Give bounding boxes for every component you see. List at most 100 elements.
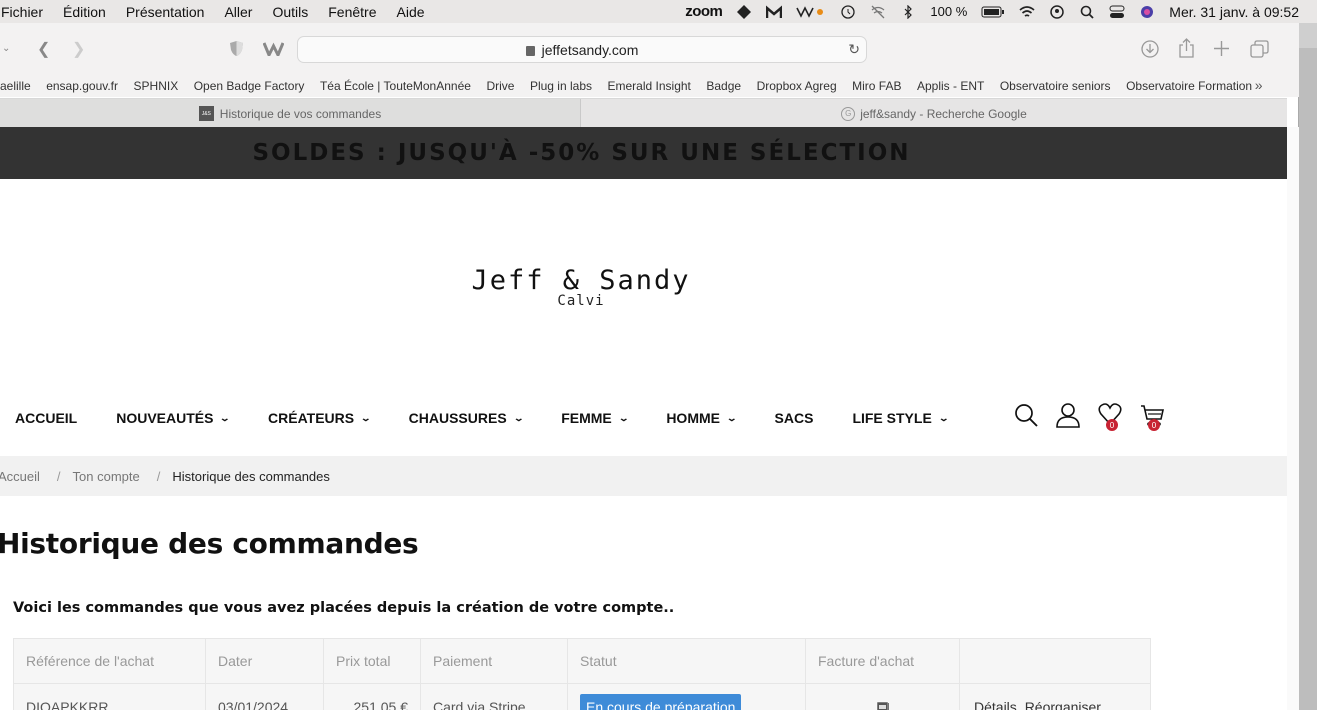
nav-life-style[interactable]: LIFE STYLE ⌄ [852,410,949,426]
bookmark-item[interactable]: Applis - ENT [917,79,984,93]
nav-nouveautes[interactable]: NOUVEAUTÉS ⌄ [116,410,231,426]
breadcrumb-account[interactable]: Ton compte [73,469,140,484]
vpn-icon[interactable] [796,5,826,19]
bookmark-item[interactable]: Badge [706,79,741,93]
breadcrumb: Accueil / Ton compte / Historique des co… [0,456,1287,496]
bookmark-item[interactable]: Miro FAB [852,79,901,93]
bookmark-item[interactable]: Observatoire seniors [1000,79,1111,93]
bookmark-item[interactable]: Emerald Insight [608,79,691,93]
invoice-cell [805,683,960,710]
user-switch-icon[interactable] [1049,4,1065,19]
sidebar-dropdown-icon[interactable]: ⌄ [2,43,10,54]
chevron-down-icon: ⌄ [726,412,738,423]
bluetooth-icon[interactable] [900,4,916,19]
dropbox-icon[interactable] [736,4,752,19]
share-icon[interactable] [1178,38,1195,58]
bookmark-item[interactable]: SPHNIX [134,79,179,93]
account-icon[interactable] [1056,402,1080,428]
order-total: 251,05 € [323,683,421,710]
browser-window: ⌄ ❮ ❯ jeffetsandy.com ↻ aelille ensap.go… [0,23,1299,710]
bookmark-item[interactable]: Open Badge Factory [194,79,305,93]
control-center-icon[interactable] [1109,5,1125,19]
col-payment: Paiement [420,638,568,684]
more-bookmarks-icon[interactable]: » [1255,77,1263,93]
jeff-sandy-favicon-icon: J&S [198,106,214,121]
downloads-icon[interactable] [1141,40,1159,58]
background-window [1299,23,1317,710]
menu-fenetre[interactable]: Fenêtre [328,4,376,20]
tab-title: Historique de vos commandes [219,106,382,121]
bookmark-item[interactable]: Drive [486,79,514,93]
page-scrollbar[interactable] [1287,127,1299,710]
address-bar[interactable]: jeffetsandy.com ↻ [297,36,867,63]
nav-label: SACS [774,410,814,426]
details-link[interactable]: Détails [974,699,1017,710]
col-date: Dater [205,638,324,684]
cart-button[interactable]: 0 [1140,402,1164,431]
bookmark-item[interactable]: Téa École | TouteMonAnnée [320,79,471,93]
reorder-link[interactable]: Réorganiser [1025,699,1101,710]
siri-icon[interactable] [1139,5,1155,19]
menu-aller[interactable]: Aller [224,4,252,20]
table-row: DIQAPKKRR 03/01/2024 251,05 € Card via S… [13,683,1151,710]
reload-icon[interactable]: ↻ [848,41,860,58]
extension-w-icon[interactable] [263,42,284,56]
nav-sacs[interactable]: SACS [775,410,814,426]
actions-cell: Détails Réorganiser [959,683,1151,710]
col-reference: Référence de l'achat [13,638,206,684]
nav-homme[interactable]: HOMME ⌄ [666,410,738,426]
zoom-menu-item[interactable]: zoom [685,3,723,20]
wifi-off-icon[interactable] [870,5,886,19]
order-reference: DIQAPKKRR [13,683,206,710]
site-logo[interactable]: Jeff & Sandy Calvi [0,265,1162,309]
chevron-down-icon: ⌄ [512,412,525,423]
nav-accueil[interactable]: ACCUEIL [15,410,77,426]
bookmark-item[interactable]: ensap.gouv.fr [46,79,118,93]
promo-banner[interactable]: SOLDES : JUSQU'À -50% SUR UNE SÉLECTION [0,127,1287,179]
logo-main: Jeff & Sandy [471,265,691,296]
back-icon[interactable]: ❮ [37,39,50,59]
menu-aide[interactable]: Aide [397,4,425,20]
nav-label: FEMME [561,410,612,426]
time-machine-icon[interactable] [840,4,856,19]
menu-outils[interactable]: Outils [272,4,308,20]
order-payment: Card via Stripe [420,683,568,710]
nav-chaussures[interactable]: CHAUSSURES ⌄ [409,410,525,426]
bookmark-item[interactable]: aelille [0,79,31,93]
malwarebytes-icon[interactable] [766,4,783,19]
breadcrumb-separator: / [156,468,161,484]
header-icons: 0 0 [1014,402,1164,431]
breadcrumb-home[interactable]: Accueil [0,469,40,484]
tab-google-search[interactable]: G jeff&sandy - Recherche Google [581,99,1287,128]
nav-femme[interactable]: FEMME ⌄ [561,410,629,426]
logo-sub: Calvi [557,293,605,309]
col-invoice: Facture d'achat [805,638,960,684]
col-status: Statut [567,638,806,684]
bookmarks-bar: aelille ensap.gouv.fr SPHNIX Open Badge … [0,75,1299,97]
bookmark-item[interactable]: Plug in labs [530,79,592,93]
clock-datetime[interactable]: Mer. 31 janv. à 09:52 [1169,4,1299,20]
spotlight-icon[interactable] [1079,5,1095,19]
menu-fichier[interactable]: Fichier [1,4,43,20]
tab-order-history[interactable]: J&S Historique de vos commandes [0,99,581,128]
search-icon[interactable] [1014,402,1038,428]
col-total: Prix total [323,638,421,684]
new-tab-icon[interactable] [1214,41,1229,56]
pdf-invoice-icon[interactable] [876,701,890,710]
battery-icon[interactable] [981,5,1005,19]
wifi-icon[interactable] [1019,5,1035,19]
menu-presentation[interactable]: Présentation [126,4,205,20]
nav-createurs[interactable]: CRÉATEURS ⌄ [268,410,372,426]
tab-overview-icon[interactable] [1250,40,1269,58]
wishlist-button[interactable]: 0 [1098,402,1122,431]
order-date: 03/01/2024 [205,683,324,710]
main-nav: ACCUEIL NOUVEAUTÉS ⌄ CRÉATEURS ⌄ CHAUSSURE… [15,406,986,430]
chevron-down-icon: ⌄ [219,412,231,423]
bookmark-item[interactable]: Dropbox Agreg [757,79,837,93]
menu-edition[interactable]: Édition [63,4,106,20]
forward-icon[interactable]: ❯ [72,39,85,59]
page-title: Historique des commandes [0,527,419,560]
nav-label: LIFE STYLE [852,410,932,426]
bookmark-item[interactable]: Observatoire Formation [1126,79,1252,93]
privacy-shield-icon[interactable] [229,40,244,57]
